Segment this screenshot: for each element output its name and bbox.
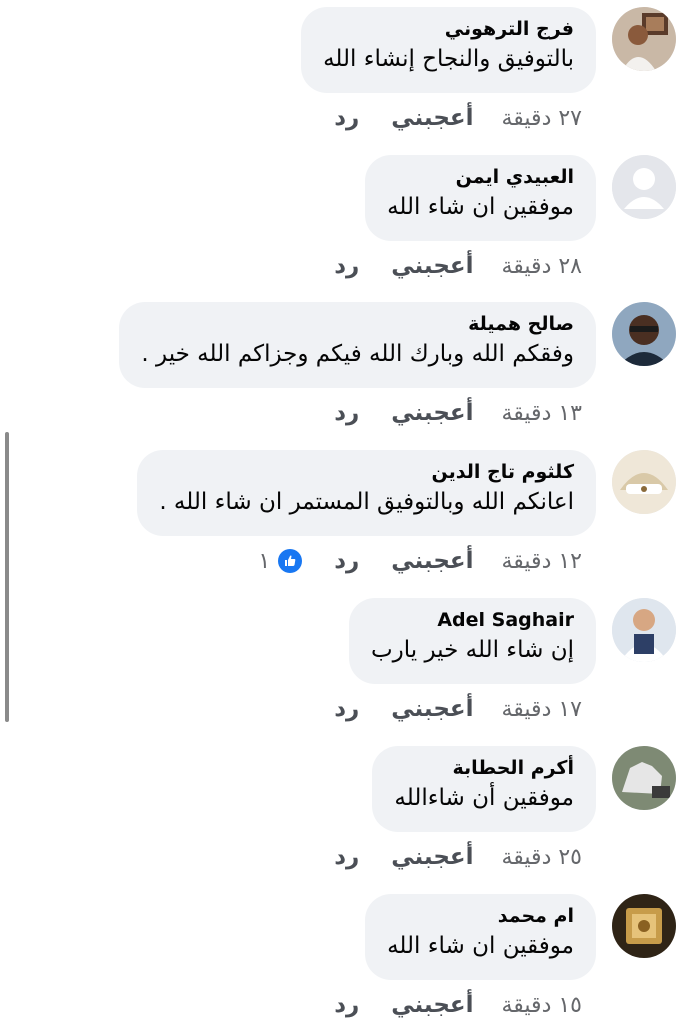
comment-text: موفقين ان شاء الله <box>387 194 574 220</box>
comment-time[interactable]: ١٥ دقيقة <box>501 993 582 1018</box>
like-thumb-icon <box>278 549 303 573</box>
comment-actions: ١٥ دقيقة أعجبني رد <box>302 992 582 1018</box>
comment-time[interactable]: ١٧ دقيقة <box>501 697 582 722</box>
like-button[interactable]: أعجبني <box>391 844 473 870</box>
like-button[interactable]: أعجبني <box>391 400 473 426</box>
like-button[interactable]: أعجبني <box>391 253 473 279</box>
reply-button[interactable]: رد <box>334 548 359 574</box>
comment-time[interactable]: ١٣ دقيقة <box>501 401 582 426</box>
comment-text: اعانكم الله وبالتوفيق المستمر ان شاء الل… <box>159 489 574 515</box>
avatar-child-icon[interactable] <box>612 598 676 662</box>
reply-button[interactable]: رد <box>334 844 359 870</box>
comment-text: وفقكم الله وبارك الله فيكم وجزاكم الله خ… <box>141 341 574 367</box>
comment-author[interactable]: العبيدي ايمن <box>387 165 574 189</box>
comment-author[interactable]: صالح هميلة <box>141 312 574 336</box>
avatar-horse-icon[interactable] <box>612 746 676 810</box>
comment-bubble: كلثوم تاج الدين اعانكم الله وبالتوفيق ال… <box>137 450 596 536</box>
comment-text: موفقين ان شاء الله <box>387 933 574 959</box>
comment-item: ام محمد موفقين ان شاء الله ١٥ دقيقة أعجب… <box>0 894 688 1024</box>
comment-actions: ١٣ دقيقة أعجبني رد <box>302 400 582 426</box>
comment-bubble: ام محمد موفقين ان شاء الله <box>365 894 596 980</box>
reply-button[interactable]: رد <box>334 992 359 1018</box>
comment-actions: ٢٥ دقيقة أعجبني رد <box>302 844 582 870</box>
comment-time[interactable]: ٢٧ دقيقة <box>501 106 582 131</box>
like-button[interactable]: أعجبني <box>391 992 473 1018</box>
comment-item: فرج الترهوني بالتوفيق والنجاح إنشاء الله… <box>0 7 688 137</box>
comment-item: أكرم الحطابة موفقين أن شاءالله ٢٥ دقيقة … <box>0 746 688 876</box>
comment-text: بالتوفيق والنجاح إنشاء الله <box>323 46 574 72</box>
like-button[interactable]: أعجبني <box>391 105 473 131</box>
comment-item: صالح هميلة وفقكم الله وبارك الله فيكم وج… <box>0 302 688 432</box>
reply-button[interactable]: رد <box>334 696 359 722</box>
reaction-count: ١ <box>258 548 271 574</box>
avatar-book-icon[interactable] <box>612 894 676 958</box>
comment-bubble: Adel Saghair إن شاء الله خير يارب <box>349 598 596 684</box>
comment-author[interactable]: فرج الترهوني <box>323 17 574 41</box>
comment-author[interactable]: Adel Saghair <box>371 608 574 632</box>
comment-actions: ١٧ دقيقة أعجبني رد <box>302 696 582 722</box>
comment-actions: ٢٧ دقيقة أعجبني رد <box>302 105 582 131</box>
comment-item: Adel Saghair إن شاء الله خير يارب ١٧ دقي… <box>0 598 688 728</box>
reaction-summary[interactable]: ١ <box>258 548 303 574</box>
avatar-boy-icon[interactable] <box>612 7 676 71</box>
comment-time[interactable]: ١٢ دقيقة <box>501 549 582 574</box>
comments-screen: فرج الترهوني بالتوفيق والنجاح إنشاء الله… <box>0 0 688 1024</box>
avatar-man-icon[interactable] <box>612 302 676 366</box>
comment-bubble: فرج الترهوني بالتوفيق والنجاح إنشاء الله <box>301 7 596 93</box>
comment-author[interactable]: كلثوم تاج الدين <box>159 460 574 484</box>
comment-actions: ٢٨ دقيقة أعجبني رد <box>302 253 582 279</box>
avatar-logo-icon[interactable] <box>612 450 676 514</box>
comment-actions: ١٢ دقيقة أعجبني رد ١ <box>258 548 582 574</box>
comment-bubble: العبيدي ايمن موفقين ان شاء الله <box>365 155 596 241</box>
default-user-icon[interactable] <box>612 155 676 219</box>
comment-text: موفقين أن شاءالله <box>394 785 574 811</box>
comment-bubble: صالح هميلة وفقكم الله وبارك الله فيكم وج… <box>119 302 596 388</box>
like-button[interactable]: أعجبني <box>391 696 473 722</box>
comment-author[interactable]: أكرم الحطابة <box>394 756 574 780</box>
comment-time[interactable]: ٢٨ دقيقة <box>501 254 582 279</box>
reply-button[interactable]: رد <box>334 253 359 279</box>
comment-author[interactable]: ام محمد <box>387 904 574 928</box>
comment-time[interactable]: ٢٥ دقيقة <box>501 845 582 870</box>
comment-item: كلثوم تاج الدين اعانكم الله وبالتوفيق ال… <box>0 450 688 580</box>
comment-item: العبيدي ايمن موفقين ان شاء الله ٢٨ دقيقة… <box>0 155 688 285</box>
comment-text: إن شاء الله خير يارب <box>371 637 574 663</box>
reply-button[interactable]: رد <box>334 400 359 426</box>
comment-bubble: أكرم الحطابة موفقين أن شاءالله <box>372 746 596 832</box>
like-button[interactable]: أعجبني <box>391 548 473 574</box>
reply-button[interactable]: رد <box>334 105 359 131</box>
